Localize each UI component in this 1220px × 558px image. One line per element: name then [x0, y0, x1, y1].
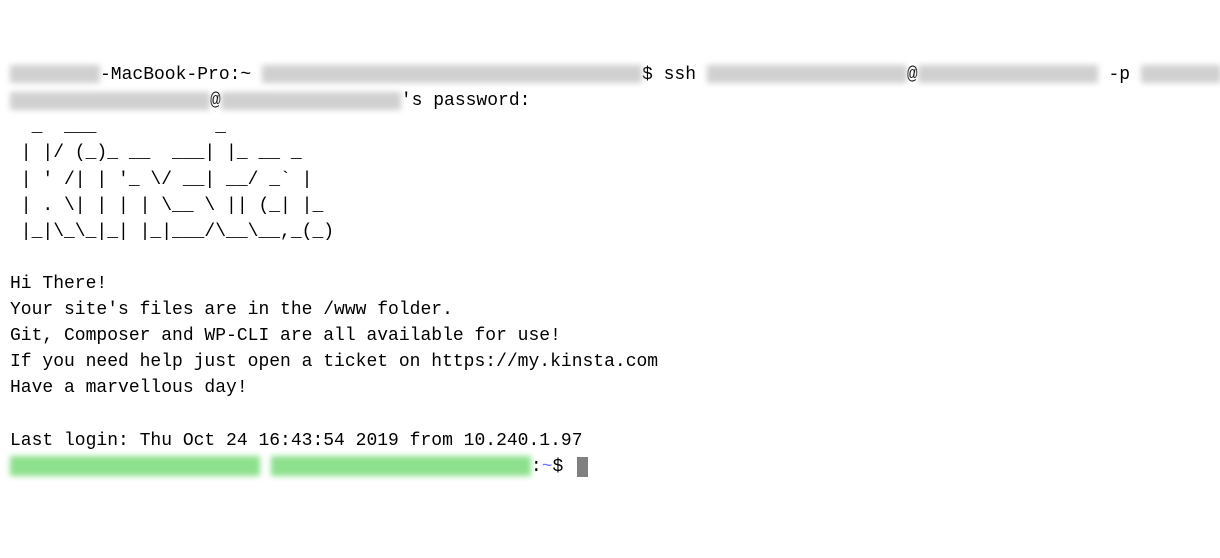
- redacted-hostname-prefix: [10, 65, 100, 83]
- ssh-command-line: -MacBook-Pro:~ $ ssh @ -p: [10, 62, 1210, 88]
- welcome-closing: Have a marvellous day!: [10, 375, 1210, 401]
- welcome-help-info: If you need help just open a ticket on h…: [10, 349, 1210, 375]
- redacted-username: [262, 65, 642, 83]
- ascii-art-line-3: | ' /| | '_ \/ __| __/ _` |: [10, 167, 1210, 193]
- redacted-host2: [221, 92, 401, 110]
- welcome-greeting: Hi There!: [10, 271, 1210, 297]
- at-symbol-2: @: [210, 91, 221, 111]
- prompt-dollar: $: [552, 457, 574, 477]
- cursor-block-icon: [577, 457, 588, 477]
- ascii-art-line-4: | . \| | | | \__ \ || (_| |_: [10, 193, 1210, 219]
- redacted-ssh-host: [918, 65, 1098, 83]
- redacted-remote-user: [10, 456, 260, 476]
- terminal-output[interactable]: -MacBook-Pro:~ $ ssh @ -p @'s password: …: [10, 62, 1210, 480]
- local-prompt-dollar: $ ssh: [642, 65, 707, 85]
- ssh-port-flag: -p: [1098, 65, 1141, 85]
- password-label: 's password:: [401, 91, 531, 111]
- remote-prompt-line[interactable]: :~$: [10, 454, 1210, 480]
- welcome-files-info: Your site's files are in the /www folder…: [10, 297, 1210, 323]
- ascii-art-line-2: | |/ (_)_ __ ___| |_ __ _: [10, 140, 1210, 166]
- redacted-remote-host: [271, 456, 531, 476]
- ascii-art-line-1: _ ___ _: [10, 114, 1210, 140]
- at-symbol: @: [907, 65, 918, 85]
- prompt-tilde: ~: [542, 457, 553, 477]
- ascii-art-line-5: |_|\_\_|_| |_|___/\__\__,_(_): [10, 219, 1210, 245]
- hostname-suffix: -MacBook-Pro:~: [100, 65, 262, 85]
- password-prompt-line: @ 's password:: [10, 88, 1210, 114]
- last-login-line: Last login: Thu Oct 24 16:43:54 2019 fro…: [10, 428, 1210, 454]
- redacted-user2: [10, 92, 210, 110]
- redacted-ssh-port: [1141, 65, 1220, 83]
- prompt-colon: :: [531, 457, 542, 477]
- redacted-ssh-user: [707, 65, 907, 83]
- welcome-tools-info: Git, Composer and WP-CLI are all availab…: [10, 323, 1210, 349]
